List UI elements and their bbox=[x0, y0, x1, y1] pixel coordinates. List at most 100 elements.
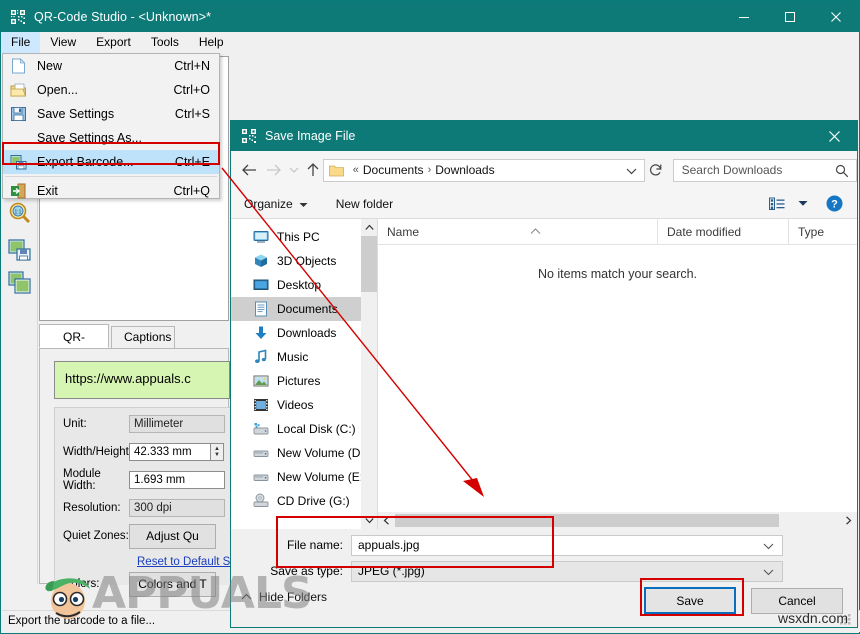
scroll-down-icon[interactable] bbox=[361, 512, 377, 529]
save-image-file-dialog: Save Image File « Documents › Downloads … bbox=[230, 120, 858, 628]
chevron-down-icon[interactable] bbox=[763, 566, 774, 580]
copy-image-icon[interactable] bbox=[7, 270, 33, 296]
menu-item-save-settings-as-label: Save Settings As... bbox=[37, 131, 142, 145]
window-controls bbox=[721, 1, 859, 32]
new-folder-button[interactable]: New folder bbox=[327, 197, 402, 211]
organize-button[interactable]: Organize bbox=[235, 197, 317, 211]
nav-item-cd-drive-g[interactable]: CD Drive (G:) bbox=[231, 489, 377, 513]
arrow-up-icon[interactable] bbox=[303, 155, 323, 185]
scroll-up-icon[interactable] bbox=[361, 219, 377, 236]
save-as-type-select[interactable]: JPEG (*.jpg) bbox=[351, 560, 783, 582]
menu-item-open[interactable]: Open... Ctrl+O bbox=[3, 78, 219, 102]
tab-captions[interactable]: Captions bbox=[111, 326, 175, 348]
chevron-down-icon[interactable] bbox=[286, 155, 302, 185]
breadcrumb-documents[interactable]: Documents bbox=[363, 163, 424, 177]
nav-scroll-thumb[interactable] bbox=[361, 236, 377, 292]
panel-tabstrip: QR-Code Captions bbox=[39, 324, 229, 368]
nav-item-local-disk-c[interactable]: Local Disk (C:) bbox=[231, 417, 377, 441]
save-as-type-row: Save as type: JPEG (*.jpg) bbox=[231, 559, 783, 583]
documents-icon bbox=[253, 301, 269, 317]
refresh-icon[interactable] bbox=[645, 159, 667, 182]
menu-item-save-settings-as[interactable]: Save Settings As... bbox=[3, 126, 219, 150]
reset-to-default-link[interactable]: Reset to Default S bbox=[137, 556, 230, 568]
nav-item-new-volume-e[interactable]: New Volume (E:) bbox=[231, 465, 377, 489]
save-button[interactable]: Save bbox=[644, 587, 736, 614]
column-name[interactable]: Name bbox=[378, 218, 658, 245]
menu-item-save-settings[interactable]: Save Settings Ctrl+S bbox=[3, 102, 219, 126]
view-layout-icon[interactable] bbox=[760, 197, 794, 211]
save-dialog-titlebar: Save Image File bbox=[231, 121, 857, 151]
new-document-icon bbox=[10, 58, 27, 74]
adjust-quiet-zones-button[interactable]: Adjust Qu bbox=[129, 523, 216, 549]
help-icon[interactable]: ? bbox=[817, 195, 857, 212]
arrow-left-icon[interactable] bbox=[237, 155, 262, 185]
menu-item-export-barcode-label: Export Barcode... bbox=[37, 155, 134, 169]
barcode-data-field[interactable]: https://www.appuals.c bbox=[54, 361, 230, 399]
tab-qr-code[interactable]: QR-Code bbox=[39, 324, 109, 368]
menubar-item-tools[interactable]: Tools bbox=[141, 32, 189, 53]
column-date-modified[interactable]: Date modified bbox=[658, 218, 789, 245]
menu-item-exit-accel: Ctrl+Q bbox=[173, 184, 210, 198]
menu-item-export-barcode[interactable]: Export Barcode... Ctrl+E bbox=[3, 150, 219, 174]
menubar-item-file[interactable]: File bbox=[1, 32, 41, 53]
nav-item-label: New Volume (D:) bbox=[277, 446, 368, 460]
downloads-icon bbox=[253, 325, 269, 341]
3d-objects-icon bbox=[253, 253, 269, 269]
save-as-type-value: JPEG (*.jpg) bbox=[358, 564, 425, 578]
nav-item-pictures[interactable]: Pictures bbox=[231, 369, 377, 393]
nav-item-new-volume-d[interactable]: New Volume (D:) bbox=[231, 441, 377, 465]
menubar-item-help[interactable]: Help bbox=[189, 32, 234, 53]
nav-item-desktop[interactable]: Desktop bbox=[231, 273, 377, 297]
menu-item-exit[interactable]: Exit Ctrl+Q bbox=[3, 179, 219, 203]
colors-and-text-button[interactable]: Colors and T bbox=[129, 571, 216, 597]
width-height-stepper[interactable]: ▲ ▼ bbox=[211, 443, 224, 461]
column-type[interactable]: Type bbox=[789, 219, 849, 245]
horizontal-scroll-thumb[interactable] bbox=[395, 514, 779, 527]
close-icon[interactable] bbox=[811, 121, 857, 151]
menu-item-save-settings-label: Save Settings bbox=[37, 107, 115, 121]
sort-ascending-icon bbox=[530, 219, 541, 245]
file-list-scrollbar[interactable] bbox=[378, 512, 857, 529]
menubar-item-export[interactable]: Export bbox=[86, 32, 141, 53]
chevron-down-icon[interactable] bbox=[626, 165, 637, 179]
nav-item-documents[interactable]: Documents bbox=[231, 297, 377, 321]
module-width-input[interactable]: 1.693 mm bbox=[129, 471, 225, 489]
nav-item-3d-objects[interactable]: 3D Objects bbox=[231, 249, 377, 273]
search-input[interactable]: Search Downloads bbox=[672, 158, 858, 182]
column-name-label: Name bbox=[387, 224, 420, 239]
menu-item-export-barcode-accel: Ctrl+E bbox=[174, 155, 210, 169]
width-height-input[interactable]: 42.333 mm bbox=[129, 443, 211, 461]
file-name-value: appuals.jpg bbox=[358, 538, 420, 552]
menubar-item-view[interactable]: View bbox=[40, 32, 86, 53]
arrow-right-icon[interactable] bbox=[262, 155, 287, 185]
chevron-down-icon[interactable] bbox=[794, 200, 817, 207]
nav-item-music[interactable]: Music bbox=[231, 345, 377, 369]
menu-item-exit-label: Exit bbox=[37, 184, 58, 198]
zoom-fit-icon[interactable]: 1:1 bbox=[7, 200, 33, 226]
chevron-down-icon[interactable] bbox=[763, 540, 774, 554]
cancel-button[interactable]: Cancel bbox=[751, 588, 843, 614]
address-bar[interactable]: « Documents › Downloads bbox=[322, 158, 645, 182]
svg-text:1:1: 1:1 bbox=[15, 210, 22, 216]
breadcrumb-downloads[interactable]: Downloads bbox=[435, 163, 494, 177]
nav-item-this-pc[interactable]: This PC bbox=[231, 225, 377, 249]
file-list-pane: Name Date modified Type No items match y… bbox=[378, 218, 857, 529]
scroll-right-icon[interactable] bbox=[840, 516, 857, 525]
unit-value: Millimeter bbox=[129, 415, 225, 433]
nav-item-videos[interactable]: Videos bbox=[231, 393, 377, 417]
resolution-value: 300 dpi bbox=[129, 499, 225, 517]
menu-item-new[interactable]: New Ctrl+N bbox=[3, 54, 219, 78]
export-image-icon[interactable] bbox=[7, 237, 33, 263]
close-icon[interactable] bbox=[813, 1, 859, 32]
scroll-left-icon[interactable] bbox=[378, 516, 395, 525]
svg-text:?: ? bbox=[831, 199, 838, 211]
nav-pane-scrollbar[interactable] bbox=[361, 219, 377, 529]
hide-folders-button[interactable]: Hide Folders bbox=[241, 590, 327, 604]
app-titlebar: QR-Code Studio - <Unknown>* bbox=[1, 1, 859, 32]
file-name-input[interactable]: appuals.jpg bbox=[351, 534, 783, 556]
drive-icon bbox=[253, 445, 269, 461]
nav-item-downloads[interactable]: Downloads bbox=[231, 321, 377, 345]
menu-item-save-settings-accel: Ctrl+S bbox=[174, 107, 210, 121]
minimize-icon[interactable] bbox=[721, 1, 767, 32]
maximize-icon[interactable] bbox=[767, 1, 813, 32]
